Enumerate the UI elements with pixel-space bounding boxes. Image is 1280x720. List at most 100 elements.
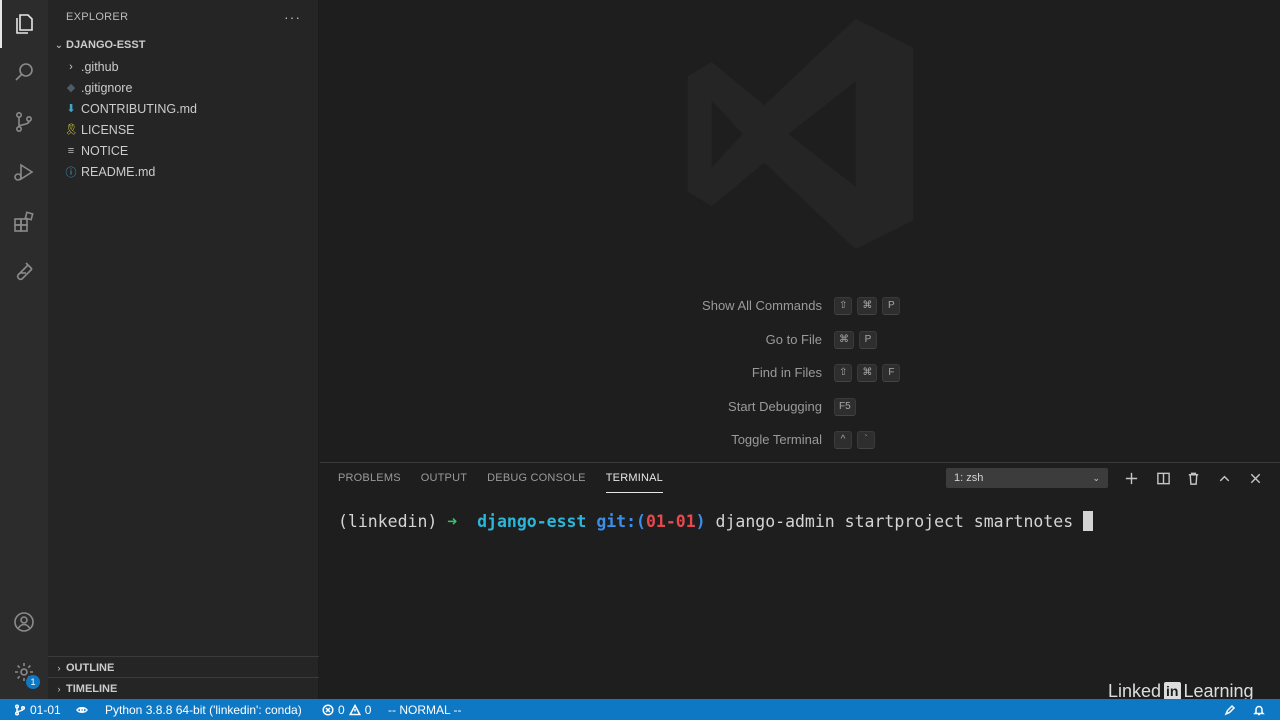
testing-flask-icon[interactable] <box>0 248 48 296</box>
terminal-prompt-line[interactable]: (linkedin) ➜ django-esst git:(01-01) dja… <box>338 511 1094 531</box>
shortcut-key: P <box>859 330 877 349</box>
shortcut-keys: ⇧ ⌘ F <box>834 364 901 383</box>
account-icon[interactable] <box>0 598 48 646</box>
status-python-interpreter[interactable]: Python 3.8.8 64-bit ('linkedin': conda) <box>105 699 302 720</box>
file-tree-item[interactable]: ⓘ README.md <box>48 161 319 182</box>
file-tree-item-label: .gitignore <box>81 80 133 95</box>
manage-badge: 1 <box>26 675 40 689</box>
maximize-panel-chevron-up-icon[interactable] <box>1214 468 1234 488</box>
status-interpreter-label: Python 3.8.8 64-bit ('linkedin': conda) <box>105 702 302 717</box>
info-icon: ⓘ <box>65 166 77 179</box>
explorer-title: EXPLORER <box>66 11 129 23</box>
status-problems[interactable]: 0 0 <box>322 699 371 720</box>
shortcut-key: ⇧ <box>834 364 853 383</box>
file-tree-item-label: README.md <box>81 164 156 179</box>
shortcut-label: Toggle Terminal <box>731 432 822 448</box>
status-feedback[interactable] <box>1224 699 1236 720</box>
shortcut-key: P <box>882 297 901 315</box>
shortcut-row[interactable]: Find in Files ⇧ ⌘ F <box>320 363 1280 385</box>
file-tree-item[interactable]: ⬇ CONTRIBUTING.md <box>48 98 319 119</box>
shortcut-key: ⌘ <box>857 364 878 383</box>
text-lines-icon: ≡ <box>67 144 75 157</box>
chevron-down-icon: ⌄ <box>1092 472 1100 483</box>
shortcut-row[interactable]: Toggle Terminal ^ ` <box>320 430 1280 452</box>
new-terminal-plus-icon[interactable] <box>1121 468 1141 488</box>
status-notifications[interactable] <box>1253 699 1265 720</box>
file-tree-item[interactable]: 🎗 LICENSE <box>48 119 319 140</box>
chevron-down-icon: ⌄ <box>54 39 64 51</box>
status-mode-label: -- NORMAL -- <box>388 702 462 717</box>
shortcut-row[interactable]: Go to File ⌘ P <box>320 330 1280 352</box>
split-terminal-icon[interactable] <box>1153 468 1173 488</box>
chevron-right-icon: › <box>57 683 61 694</box>
terminal-command: django-admin startproject smartnotes <box>705 512 1084 531</box>
workspace-root[interactable]: ⌄ DJANGO-ESST <box>48 34 319 56</box>
file-tree-item-label: LICENSE <box>81 122 135 137</box>
bottom-panel: PROBLEMS OUTPUT DEBUG CONSOLE TERMINAL 1: z… <box>320 462 1280 699</box>
file-tree-item-label: NOTICE <box>81 143 129 158</box>
timeline-section[interactable]: › TIMELINE <box>48 677 319 699</box>
file-tree-item-label: .github <box>81 59 119 74</box>
explorer-icon[interactable] <box>0 0 48 48</box>
shortcut-key: ^ <box>834 431 852 450</box>
panel-tab-problems[interactable]: PROBLEMS <box>338 463 401 493</box>
search-icon[interactable] <box>0 48 48 96</box>
shortcut-label: Go to File <box>765 331 822 347</box>
terminal-directory: django-esst <box>477 512 587 531</box>
markdown-icon: ⬇ <box>66 103 76 115</box>
panel-tabs: PROBLEMS OUTPUT DEBUG CONSOLE TERMINAL <box>338 463 663 493</box>
panel-tab-terminal[interactable]: TERMINAL <box>605 463 663 493</box>
terminal-env: (linkedin) <box>338 512 448 531</box>
shortcut-label: Show All Commands <box>702 298 822 313</box>
terminal-select[interactable]: 1: zsh ⌄ <box>946 468 1108 488</box>
terminal-arrow: ➜ <box>447 512 458 531</box>
panel-tab-debug-console[interactable]: DEBUG CONSOLE <box>487 463 586 493</box>
editor-welcome: Show All Commands ⇧ ⌘ P Go to File ⌘ P Find in … <box>320 0 1280 462</box>
file-tree-item[interactable]: ◆ .gitignore <box>48 77 319 98</box>
extensions-icon[interactable] <box>0 198 48 246</box>
license-icon: 🎗 <box>64 124 78 136</box>
bell-icon <box>1253 705 1265 715</box>
terminal-git-prefix: git:( <box>596 512 646 531</box>
explorer-sidebar: EXPLORER ··· ⌄ DJANGO-ESST › .github ◆ .git… <box>48 0 319 699</box>
file-tree-item[interactable]: ≡ NOTICE <box>48 140 319 161</box>
kill-terminal-trash-icon[interactable] <box>1183 468 1203 488</box>
close-panel-icon[interactable] <box>1245 468 1265 488</box>
status-errors: 0 <box>338 702 345 717</box>
file-tree-item[interactable]: › .github <box>48 56 319 77</box>
file-tree-item-label: CONTRIBUTING.md <box>81 101 197 116</box>
vscode-window: 1 EXPLORER ··· ⌄ DJANGO-ESST › .github ◆ .g… <box>0 0 1280 720</box>
status-branch-label: 01-01 <box>30 702 61 717</box>
activity-bar: 1 <box>0 0 48 699</box>
manage-gear-icon[interactable]: 1 <box>0 648 48 696</box>
live-share-icon <box>76 706 88 713</box>
vscode-logo-watermark-icon <box>687 18 914 250</box>
terminal-cursor <box>1083 511 1094 531</box>
file-tree: › .github ◆ .gitignore ⬇ CONTRIBUTING.md 🎗 LICE… <box>48 56 319 182</box>
shortcut-key: ⌘ <box>857 297 878 315</box>
panel-tab-output[interactable]: OUTPUT <box>421 463 467 493</box>
shortcut-keys: ⌘ P <box>834 330 877 349</box>
chevron-right-icon: › <box>69 60 73 73</box>
outline-label: OUTLINE <box>66 661 115 674</box>
feedback-icon <box>1224 704 1236 715</box>
shortcut-row[interactable]: Start Debugging F5 <box>320 397 1280 419</box>
status-vim-mode: -- NORMAL -- <box>388 699 462 720</box>
outline-section[interactable]: › OUTLINE <box>48 656 319 678</box>
more-actions-icon[interactable]: ··· <box>284 9 301 25</box>
status-warnings: 0 <box>364 702 372 717</box>
chevron-right-icon: › <box>57 662 61 673</box>
status-sync[interactable] <box>76 699 88 720</box>
source-control-icon[interactable] <box>0 98 48 146</box>
warning-triangle-icon <box>348 703 361 715</box>
workspace-root-label: DJANGO-ESST <box>66 39 146 51</box>
shortcut-row[interactable]: Show All Commands ⇧ ⌘ P <box>320 296 1280 318</box>
shortcut-keys: F5 <box>834 397 856 416</box>
shortcut-key: ` <box>857 431 875 450</box>
error-circle-icon <box>322 703 334 716</box>
status-branch[interactable]: 01-01 <box>14 699 61 720</box>
shortcut-key: ⇧ <box>834 297 853 315</box>
shortcut-label: Start Debugging <box>728 398 822 414</box>
shortcut-key: F <box>882 364 901 383</box>
run-debug-icon[interactable] <box>0 148 48 196</box>
